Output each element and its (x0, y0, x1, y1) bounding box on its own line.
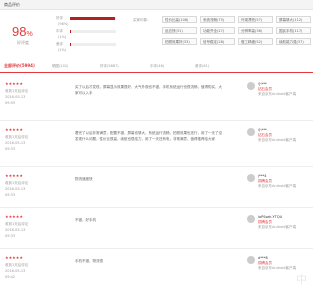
filter-tab-negative[interactable]: 差评(61) (195, 64, 209, 68)
review-item: ★★★★★ 收到1天后评论 2016-05-13 09:33 物流速度快 j**… (0, 168, 313, 208)
breakdown-row-medium-pct: (1%) (56, 35, 120, 40)
breakdown-percent: (1%) (58, 48, 67, 52)
avatar (247, 174, 255, 182)
review-time: 09:33 (5, 147, 16, 151)
impression-tag[interactable]: 性价比高(108) (162, 16, 197, 23)
review-date: 2016-05-13 (5, 95, 26, 99)
positive-rate-value: 98 (12, 24, 27, 39)
section-title: 商品评价 (4, 2, 20, 7)
watermark-logo: 中 (296, 273, 307, 286)
filter-tab-photos[interactable]: 晒图(202) (52, 64, 68, 68)
review-text: 物流速度快 (75, 177, 93, 181)
impression-tag[interactable]: 分辨率高(36) (238, 27, 273, 34)
impression-tag[interactable]: 国民手机(117) (276, 27, 311, 34)
star-rating: ★★★★★ (5, 255, 23, 260)
review-item: ★★★★★ 收到1天后评论 2016-05-13 09:55 买了以后才发现，屏… (0, 76, 313, 121)
breakdown-percent: (1%) (58, 35, 67, 39)
review-text: 看完了以后非常满意，配置不错，屏幕也够大，系统运行流畅，拍照效果也还行，用了一天… (75, 131, 222, 141)
member-level: 钻石会员 (258, 133, 272, 137)
member-level: 钻石会员 (258, 87, 272, 91)
review-date: 2016-05-13 (5, 269, 26, 273)
breakdown-label: 中评 (56, 29, 63, 33)
review-client: 来自京东Android客户端 (258, 266, 297, 270)
breakdown-bar (70, 30, 116, 33)
review-filter-bar: 全部评价(5994) 晒图(202) 好评(5887) 中评(46) 差评(61… (0, 60, 313, 73)
positive-rate: 98% (12, 24, 33, 40)
review-item: ★★★★★ 收到1天后评论 2016-05-13 09:33 不错，好手机 lo… (0, 209, 313, 249)
review-text: 手机不错，物流很 (75, 259, 103, 263)
breakdown-row-bad: 差评 (56, 42, 120, 47)
review-item: ★★★★★ 收到1天后评论 2016-05-13 09:42 手机不错，物流很 … (0, 250, 313, 291)
review-source: 收到1天后评论 (5, 135, 29, 139)
impression-tag[interactable]: 拍照效果好(33) (162, 38, 197, 45)
section-header: 商品评价 (0, 0, 313, 10)
impression-tag[interactable]: 系统流畅(75) (200, 16, 235, 23)
breakdown-percent: (98%) (58, 22, 69, 26)
avatar (247, 82, 255, 90)
review-client: 来自京东Android客户端 (258, 225, 297, 229)
breakdown-bar (70, 43, 116, 46)
filter-tab-neutral[interactable]: 中评(46) (150, 64, 164, 68)
reviewer-name[interactable]: 小*** (258, 128, 267, 132)
star-rating: ★★★★★ (5, 127, 23, 132)
filter-all-reviews[interactable]: 全部评价(5994) (4, 63, 35, 69)
breakdown-row-bad-pct: (1%) (56, 48, 120, 53)
impression-tag[interactable]: 反应快(31) (162, 27, 197, 34)
review-text: 买了以后才发现，屏幕显示效果很好，大气外观也不错，手机系统运行也很流畅，值得购买… (75, 85, 222, 95)
review-source: 收到1天后评论 (5, 263, 29, 267)
breakdown-row-medium: 中评 (56, 29, 120, 34)
review-client: 来自京东Android客户端 (258, 92, 297, 96)
review-client: 来自京东Android客户端 (258, 138, 297, 142)
impression-tag[interactable]: 信号稳定(28) (200, 38, 235, 45)
avatar (247, 128, 255, 136)
review-date: 2016-05-13 (5, 187, 26, 191)
reviewer-name[interactable]: j***4 (258, 174, 266, 178)
reviewer-name[interactable]: 小*** (258, 82, 267, 86)
member-level: 铜牌会员 (258, 261, 272, 265)
impression-tag[interactable]: 屏幕够大(112) (276, 16, 311, 23)
review-time: 09:42 (5, 275, 16, 279)
breakdown-row-good: 好评 (56, 16, 120, 21)
breakdown-label: 好评 (56, 16, 63, 20)
star-rating: ★★★★★ (5, 173, 23, 178)
breakdown-bar (70, 17, 116, 20)
breakdown-bar-fill (70, 17, 116, 20)
star-rating: ★★★★★ (5, 214, 23, 219)
review-source: 收到1天后评论 (5, 222, 29, 226)
impression-tag[interactable]: 续航能力强(37) (276, 38, 311, 45)
impression-tag[interactable]: 做工精细(52) (238, 38, 273, 45)
member-level: 铜牌会员 (258, 179, 272, 183)
review-time: 09:33 (5, 234, 16, 238)
member-level: 铜牌会员 (258, 220, 272, 224)
review-text: 不错，好手机 (75, 218, 96, 222)
avatar (247, 256, 255, 264)
percent-sign: % (26, 31, 33, 38)
review-time: 09:33 (5, 193, 16, 197)
review-item: ★★★★★ 收到1天后评论 2016-05-13 09:33 看完了以后非常满意… (0, 122, 313, 167)
review-date: 2016-05-13 (5, 141, 26, 145)
impression-tag[interactable]: 外观漂亮(57) (238, 16, 273, 23)
review-time: 09:55 (5, 101, 16, 105)
review-date: 2016-05-13 (5, 228, 26, 232)
positive-rate-label: 好评度 (17, 40, 29, 45)
review-source: 收到1天后评论 (5, 181, 29, 185)
breakdown-row-good-pct: (98%) (56, 22, 120, 27)
review-source: 收到1天后评论 (5, 89, 29, 93)
star-rating: ★★★★★ (5, 81, 23, 86)
reviewer-name[interactable]: loPSsek.YTQU (258, 215, 282, 219)
filter-tab-positive[interactable]: 好评(5887) (100, 64, 119, 68)
reviewer-name[interactable]: d***8 (258, 256, 268, 260)
impressions-title: 买家印象： (133, 18, 151, 22)
avatar (247, 215, 255, 223)
review-client: 来自京东Android客户端 (258, 184, 297, 188)
impression-tag[interactable]: 功能齐全(27) (200, 27, 235, 34)
breakdown-label: 差评 (56, 42, 63, 46)
